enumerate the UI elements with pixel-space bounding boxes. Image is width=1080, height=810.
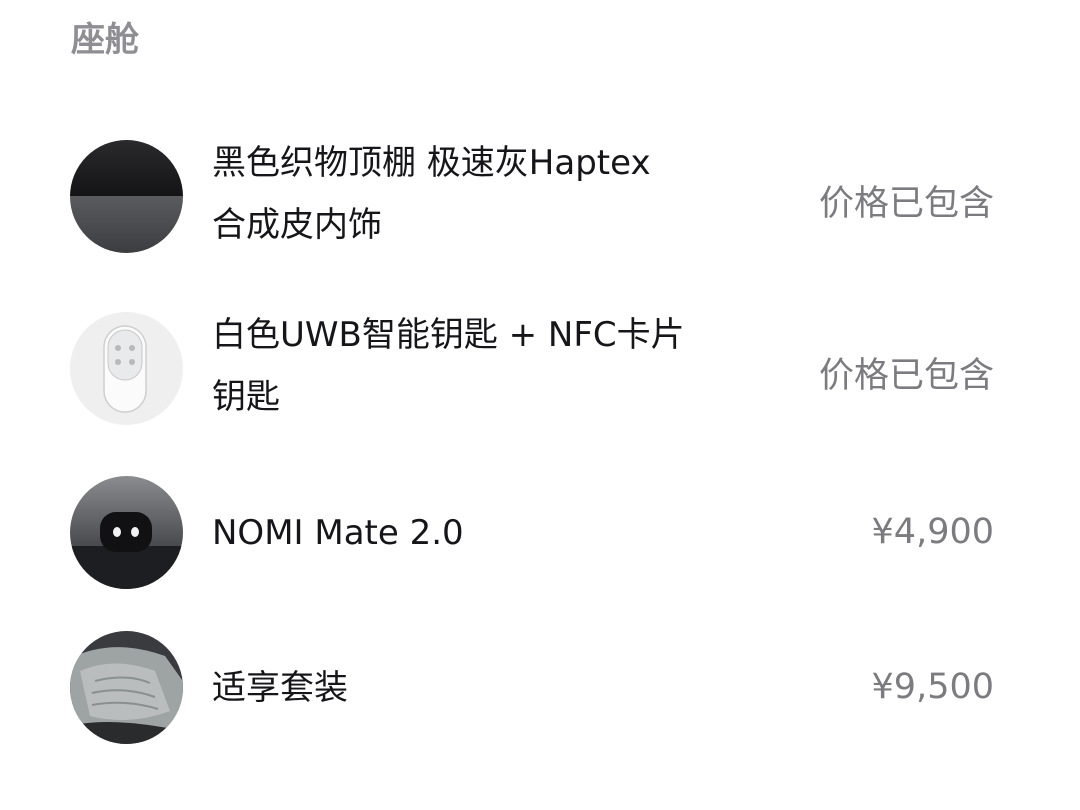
option-price: 价格已包含 xyxy=(818,356,994,396)
section-title: 座舱 xyxy=(71,20,139,60)
option-price: 价格已包含 xyxy=(818,184,994,224)
headliner-swatch-icon xyxy=(70,140,183,253)
nomi-mate-icon xyxy=(70,476,183,589)
option-price: ¥4,900 xyxy=(871,512,994,552)
option-name: 黑色织物顶棚 极速灰Haptex 合成皮内饰 xyxy=(212,143,651,245)
seat-package-icon xyxy=(70,631,183,744)
option-price: ¥9,500 xyxy=(871,667,994,707)
option-name: NOMI Mate 2.0 xyxy=(212,513,464,553)
smart-key-icon xyxy=(70,312,183,425)
option-name: 白色UWB智能钥匙 + NFC卡片 钥匙 xyxy=(212,315,685,417)
option-name: 适享套装 xyxy=(212,668,348,708)
